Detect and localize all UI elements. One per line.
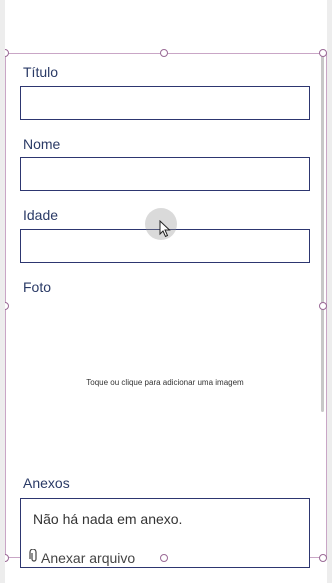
resize-handle-right[interactable]	[319, 302, 327, 310]
add-image-placeholder: Toque ou clique para adicionar uma image…	[86, 377, 244, 387]
mouse-pointer-icon	[159, 219, 171, 243]
attach-file-label: Anexar arquivo	[41, 549, 136, 566]
field-label-foto: Foto	[23, 279, 52, 295]
field-label-idade: Idade	[23, 207, 59, 223]
resize-handle-bottom-left[interactable]	[5, 554, 9, 562]
resize-handle-bottom-right[interactable]	[319, 554, 327, 562]
resize-handle-top[interactable]	[160, 49, 168, 57]
resize-handle-bottom[interactable]	[160, 554, 168, 562]
add-image-area[interactable]: Toque ou clique para adicionar uma image…	[20, 302, 310, 462]
field-label-titulo: Título	[23, 64, 59, 80]
attach-file-button[interactable]: Anexar arquivo	[29, 548, 136, 566]
field-label-anexos: Anexos	[23, 475, 70, 491]
form-scrollbar[interactable]	[321, 56, 324, 412]
edit-form: Título Nome Idade Foto Toque ou clique p…	[5, 53, 327, 568]
field-label-nome: Nome	[23, 136, 61, 152]
resize-handle-top-right[interactable]	[319, 49, 327, 57]
paperclip-icon	[29, 548, 39, 566]
titulo-input[interactable]	[20, 86, 310, 120]
no-attachments-text: Não há nada em anexo.	[33, 511, 183, 527]
nome-input[interactable]	[20, 157, 310, 191]
app-canvas: Título Nome Idade Foto Toque ou clique p…	[5, 0, 327, 583]
